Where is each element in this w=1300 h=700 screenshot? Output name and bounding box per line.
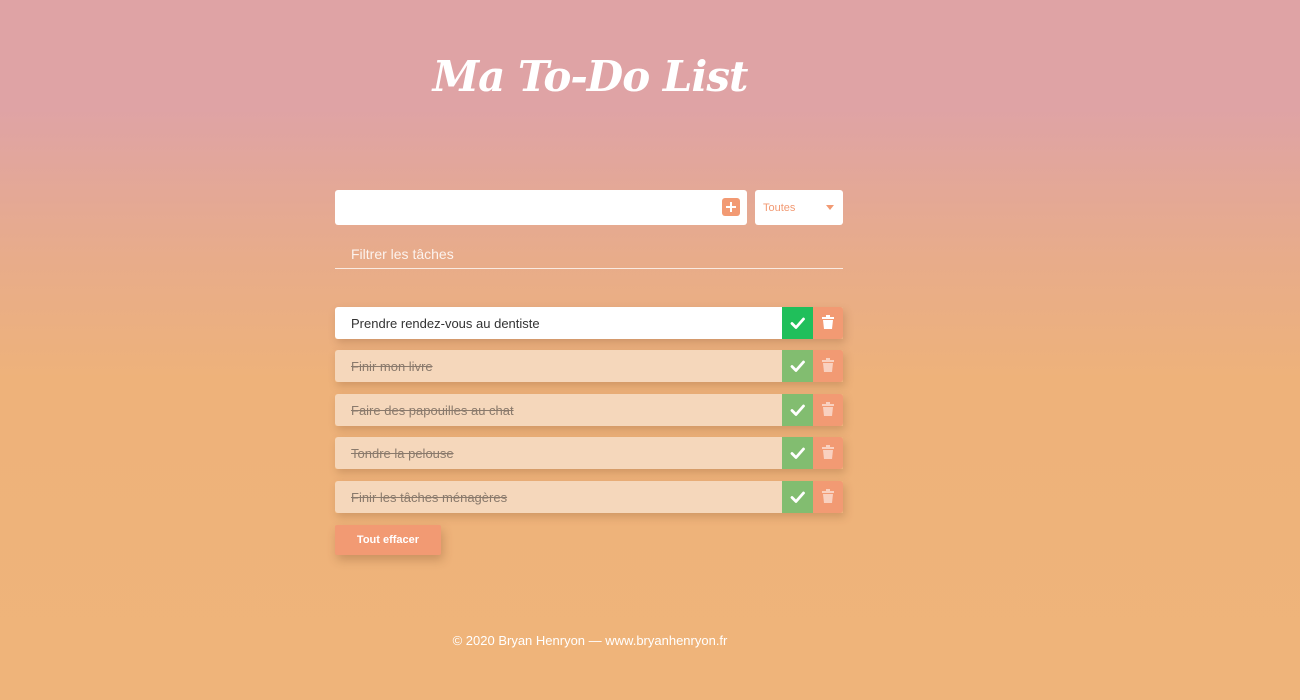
task-text: Finir mon livre [335, 350, 782, 382]
delete-task-button[interactable] [813, 394, 843, 426]
add-task-box [335, 190, 747, 225]
task-text: Prendre rendez-vous au dentiste [335, 307, 782, 339]
complete-task-button[interactable] [782, 307, 813, 339]
trash-icon [822, 489, 834, 503]
task-item: Tondre la pelouse [335, 437, 843, 469]
status-filter-select[interactable]: Toutes [755, 190, 843, 225]
task-text: Finir les tâches ménagères [335, 481, 782, 513]
check-icon [790, 447, 805, 459]
add-task-button[interactable] [722, 198, 740, 216]
task-item: Prendre rendez-vous au dentiste [335, 307, 843, 339]
complete-task-button[interactable] [782, 394, 813, 426]
add-task-input[interactable] [335, 190, 715, 225]
footer-text: © 2020 Bryan Henryon — www.bryanhenryon.… [452, 633, 728, 648]
complete-task-button[interactable] [782, 481, 813, 513]
status-filter-value: Toutes [763, 202, 796, 214]
task-item: Finir les tâches ménagères [335, 481, 843, 513]
trash-icon [822, 445, 834, 459]
delete-task-button[interactable] [813, 481, 843, 513]
check-icon [790, 404, 805, 416]
search-field [335, 240, 843, 269]
task-text: Faire des papouilles au chat [335, 394, 782, 426]
check-icon [790, 317, 805, 329]
delete-task-button[interactable] [813, 350, 843, 382]
check-icon [790, 491, 805, 503]
trash-icon [822, 402, 834, 416]
task-item: Faire des papouilles au chat [335, 394, 843, 426]
filter-tasks-input[interactable] [335, 240, 843, 268]
task-item: Finir mon livre [335, 350, 843, 382]
clear-all-button[interactable]: Tout effacer [335, 525, 441, 555]
trash-icon [822, 358, 834, 372]
delete-task-button[interactable] [813, 437, 843, 469]
trash-icon [822, 315, 834, 329]
check-icon [790, 360, 805, 372]
delete-task-button[interactable] [813, 307, 843, 339]
complete-task-button[interactable] [782, 350, 813, 382]
caret-down-icon [826, 205, 834, 210]
page-title: Ma To-Do List [432, 52, 749, 101]
complete-task-button[interactable] [782, 437, 813, 469]
task-text: Tondre la pelouse [335, 437, 782, 469]
